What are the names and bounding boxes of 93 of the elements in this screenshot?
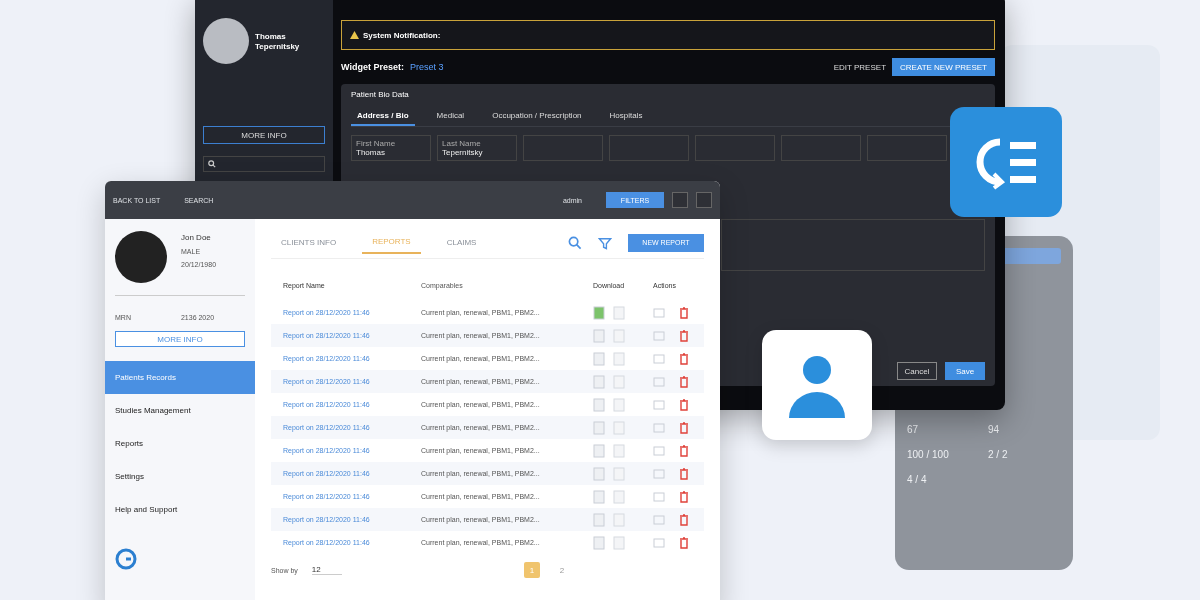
notification-label: System Notification: [363, 30, 441, 40]
document-icon[interactable] [593, 512, 605, 527]
metric-value: 67 [907, 424, 920, 435]
folder-icon[interactable] [653, 398, 665, 411]
input-field[interactable] [867, 135, 947, 161]
input-field[interactable]: First Name Thomas [351, 135, 431, 161]
input-field[interactable] [609, 135, 689, 161]
document-icon[interactable] [613, 443, 625, 458]
folder-icon[interactable] [653, 490, 665, 503]
folder-icon[interactable] [653, 329, 665, 342]
document-icon[interactable] [593, 420, 605, 435]
logo-icon [115, 548, 137, 570]
document-icon[interactable] [613, 535, 625, 550]
folder-icon[interactable] [653, 375, 665, 388]
tab[interactable]: CLAIMS [436, 232, 487, 253]
document-icon[interactable] [593, 305, 605, 320]
sidebar-item[interactable]: Settings [105, 460, 255, 493]
create-preset-button[interactable]: CREATE NEW PRESET [892, 58, 995, 76]
document-icon[interactable] [593, 443, 605, 458]
sidebar-item[interactable]: Reports [105, 427, 255, 460]
input-field[interactable]: Last Name Tepernitsky [437, 135, 517, 161]
input-field[interactable] [523, 135, 603, 161]
document-icon[interactable] [593, 466, 605, 481]
document-icon[interactable] [613, 512, 625, 527]
more-info-button[interactable]: MORE INFO [115, 331, 245, 347]
user-name: Tepernitsky [255, 41, 300, 51]
folder-icon[interactable] [653, 421, 665, 434]
tab[interactable]: Address / Bio [351, 107, 415, 126]
tab[interactable]: REPORTS [362, 231, 421, 254]
folder-icon[interactable] [653, 444, 665, 457]
sidebar-item[interactable]: Studies Management [105, 394, 255, 427]
notes-field[interactable] [721, 219, 985, 271]
input-field[interactable] [781, 135, 861, 161]
avatar-placeholder [115, 231, 167, 283]
folder-icon[interactable] [653, 306, 665, 319]
document-icon[interactable] [613, 420, 625, 435]
trash-icon[interactable] [679, 375, 689, 388]
page-size-dropdown[interactable]: 12 [311, 565, 342, 575]
document-icon[interactable] [613, 351, 625, 366]
document-icon[interactable] [613, 466, 625, 481]
folder-icon[interactable] [653, 513, 665, 526]
save-button[interactable]: Save [945, 362, 985, 380]
trash-icon[interactable] [679, 329, 689, 342]
panel-title: Patient Bio Data [351, 90, 410, 99]
preset-dropdown[interactable]: Preset 3 [409, 62, 444, 72]
warning-icon [350, 31, 359, 39]
metric-value: 94 [988, 424, 1001, 435]
more-info-button[interactable]: MORE INFO [203, 126, 325, 144]
document-icon[interactable] [613, 489, 625, 504]
metric-value: 100 / 100 [907, 449, 950, 460]
folder-icon[interactable] [653, 467, 665, 480]
tab[interactable]: CLIENTS INFO [271, 232, 347, 253]
filter-icon[interactable] [598, 235, 612, 250]
user-name: Thomas [255, 31, 287, 41]
document-icon[interactable] [613, 305, 625, 320]
folder-icon[interactable] [653, 352, 665, 365]
trash-icon[interactable] [679, 398, 689, 411]
document-icon[interactable] [613, 397, 625, 412]
document-icon[interactable] [613, 328, 625, 343]
folder-icon[interactable] [653, 536, 665, 549]
trash-icon[interactable] [679, 467, 689, 480]
input-field[interactable] [695, 135, 775, 161]
cancel-button[interactable]: Cancel [897, 362, 937, 380]
tab[interactable]: Occupation / Prescription [486, 107, 588, 126]
search-field[interactable] [203, 156, 325, 172]
document-icon[interactable] [593, 535, 605, 550]
user-icon [787, 354, 847, 418]
metric-value: 2 / 2 [988, 449, 1009, 460]
preset-label: Widget Preset: [341, 62, 404, 72]
trash-icon[interactable] [679, 490, 689, 503]
document-icon[interactable] [593, 351, 605, 366]
metric-value: 4 / 4 [907, 474, 928, 485]
tab[interactable]: Medical [430, 107, 471, 126]
trash-icon[interactable] [679, 536, 689, 549]
sidebar-item[interactable]: Patients Records [105, 361, 255, 394]
tab[interactable]: Hospitals [603, 107, 649, 126]
document-icon[interactable] [593, 489, 605, 504]
trash-icon[interactable] [679, 513, 689, 526]
document-icon[interactable] [593, 374, 605, 389]
trash-icon[interactable] [679, 444, 689, 457]
document-icon[interactable] [613, 374, 625, 389]
patient-name: Jon Doe [181, 233, 212, 242]
search-icon[interactable] [568, 235, 582, 250]
sidebar-item[interactable]: Help and Support [105, 493, 255, 526]
avatar-placeholder [203, 18, 249, 64]
trash-icon[interactable] [679, 352, 689, 365]
trash-icon[interactable] [679, 306, 689, 319]
document-icon[interactable] [593, 397, 605, 412]
document-icon[interactable] [593, 328, 605, 343]
edit-preset-link[interactable]: EDIT PRESET [833, 62, 886, 72]
trash-icon[interactable] [679, 421, 689, 434]
page-button[interactable]: 2 [554, 562, 570, 578]
search-icon [208, 160, 216, 168]
